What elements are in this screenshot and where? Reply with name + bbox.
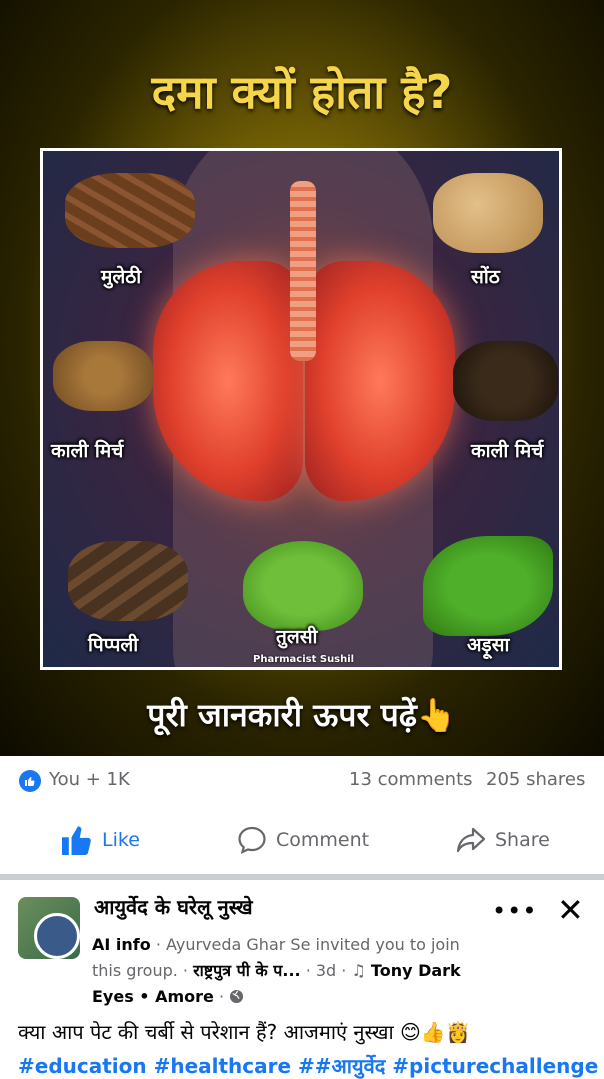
licorice-root-image [65,173,195,248]
spice-mound-image [53,341,153,411]
adusa-leaves-image [423,536,553,636]
more-options-button[interactable]: ••• [492,897,537,925]
like-button[interactable]: Like [60,812,140,868]
share-label: Share [495,829,550,851]
like-reaction-icon[interactable] [19,770,41,792]
post-meta: AI info · Ayurveda Ghar Se invited you t… [92,935,461,1006]
tulsi-leaves-image [243,541,363,631]
reactors-count[interactable]: You + 1K [49,769,130,790]
close-icon[interactable]: ✕ [557,892,584,928]
trachea [290,181,316,361]
thumbs-up-icon [62,826,91,855]
share-arrow-icon [456,827,486,853]
label-kali-mirch-right: काली मिर्च [471,440,544,462]
reaction-stats: You + 1K 13 comments 205 shares [0,756,604,806]
post-hashtags[interactable]: #education #healthcare ##आयुर्वेद #pictu… [18,1052,598,1079]
comment-label: Comment [276,829,370,851]
like-label: Like [102,829,140,851]
source-name[interactable]: राष्ट्रपुत्र पी के प... [193,961,301,980]
image-cta: पूरी जानकारी ऊपर पढ़ें👆 [147,696,457,734]
comment-bubble-icon [238,826,266,854]
user-avatar[interactable] [34,913,80,959]
black-pepper-image [453,341,558,421]
comments-count[interactable]: 13 comments [349,769,473,790]
post-text: क्या आप पेट की चर्बी से परेशान हैं? आजमा… [18,1020,471,1044]
long-pepper-image [68,541,188,621]
label-mulethi: मुलेठी [101,266,142,288]
globe-icon [229,987,244,1006]
comment-button[interactable]: Comment [236,812,369,868]
label-kali-mirch-left: काली मिर्च [51,440,124,462]
post-age: · 3d · [300,961,352,980]
label-tulsi: तुलसी [276,626,318,648]
music-note-icon: ♫ [351,961,371,980]
label-sonth: सोंठ [471,266,500,288]
dry-ginger-image [433,173,543,253]
group-name[interactable]: आयुर्वेद के घरेलू नुस्खे [94,893,253,920]
label-pippali: पिप्पली [88,634,139,656]
image-credit: Pharmacist Sushil [253,654,355,665]
lungs-illustration: मुलेठी सोंठ काली मिर्च काली मिर्च पिप्पल… [40,148,562,670]
post-actions: Like Comment Share [0,812,604,868]
feed-divider [0,874,604,880]
image-headline: दमा क्यों होता है? [151,65,453,119]
shares-count[interactable]: 205 shares [486,769,585,790]
label-adusa: अड़ूसा [467,634,510,656]
post-image[interactable]: दमा क्यों होता है? मुलेठी सोंठ काली मिर्… [0,0,604,756]
author-tag[interactable]: AI info [92,935,151,954]
share-button[interactable]: Share [455,812,550,868]
